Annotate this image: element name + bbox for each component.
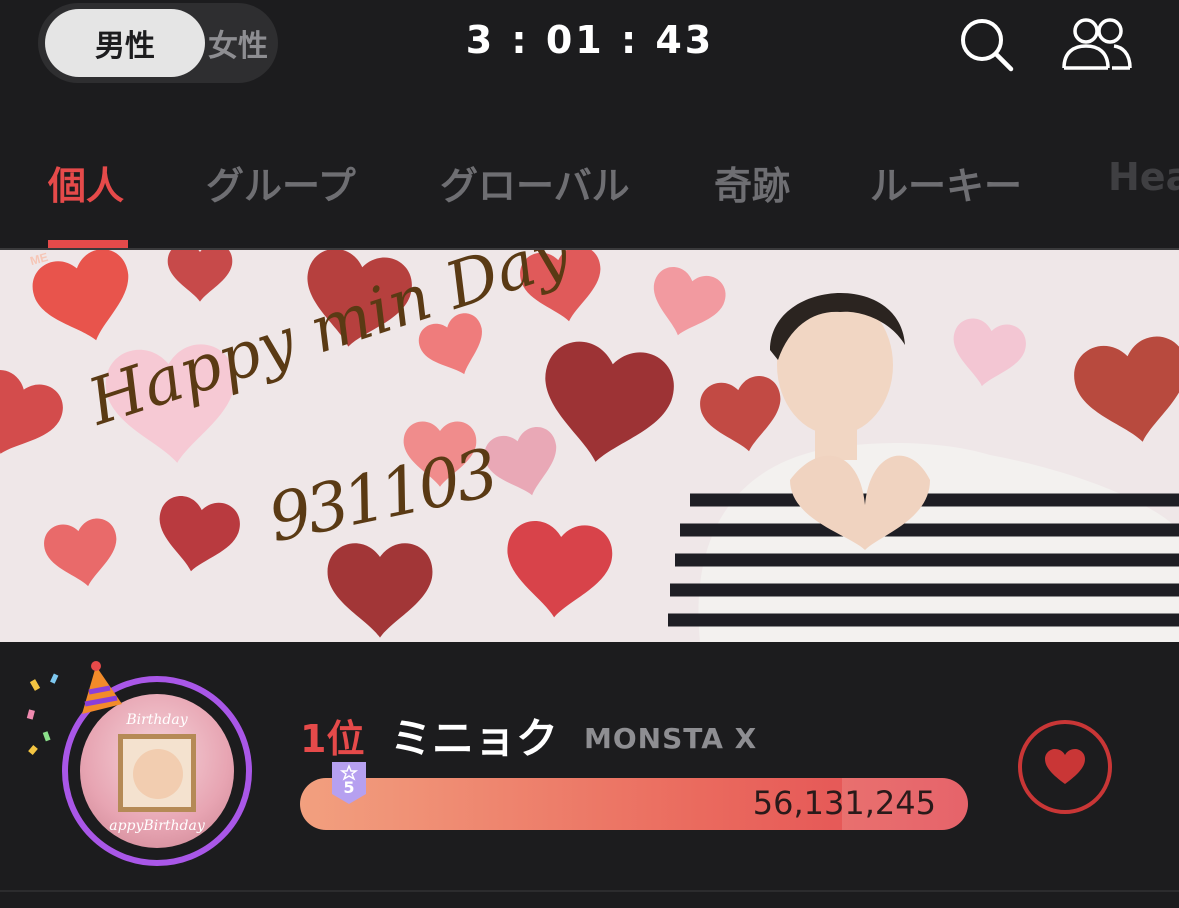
banner-hearts-illustration [0, 250, 1179, 642]
artist-name[interactable]: ミニョク [390, 705, 558, 766]
gender-female-option[interactable]: 女性 [198, 9, 278, 77]
rank-position: 1位 [300, 717, 365, 761]
heart-icon [1045, 749, 1085, 784]
birthday-banner[interactable]: ME Happy min Day 931103 [0, 250, 1179, 642]
level-number: 5 [343, 778, 355, 797]
tab-miracle[interactable]: 奇跡 [714, 155, 790, 210]
search-icon[interactable] [956, 14, 1016, 74]
vote-heart-button[interactable] [1018, 720, 1112, 814]
people-icon[interactable] [1058, 14, 1134, 74]
tab-hea[interactable]: Hea [1108, 155, 1179, 199]
gender-male-option[interactable]: 男性 [45, 9, 205, 77]
tab-rookie[interactable]: ルーキー [870, 155, 1022, 210]
gender-toggle: 男性 女性 [38, 3, 278, 83]
vote-count: 56,131,245 [752, 784, 936, 822]
group-name: MONSTA X [584, 722, 758, 755]
countdown-timer: 3 : 01 : 43 [465, 18, 715, 62]
avatar-banner-text-bottom: appyBirthday [109, 818, 205, 834]
row-divider [0, 890, 1179, 892]
active-tab-indicator [48, 240, 128, 248]
avatar-photo-frame [118, 734, 196, 812]
party-hat-icon [82, 661, 122, 714]
tab-group[interactable]: グループ [206, 155, 356, 210]
tab-individual[interactable]: 個人 [48, 155, 124, 210]
category-tabs: 個人 グループ グローバル 奇跡 ルーキー Hea [0, 140, 1179, 250]
vote-progress-bar: 56,131,245 [300, 778, 968, 830]
tab-global[interactable]: グローバル [440, 155, 630, 210]
